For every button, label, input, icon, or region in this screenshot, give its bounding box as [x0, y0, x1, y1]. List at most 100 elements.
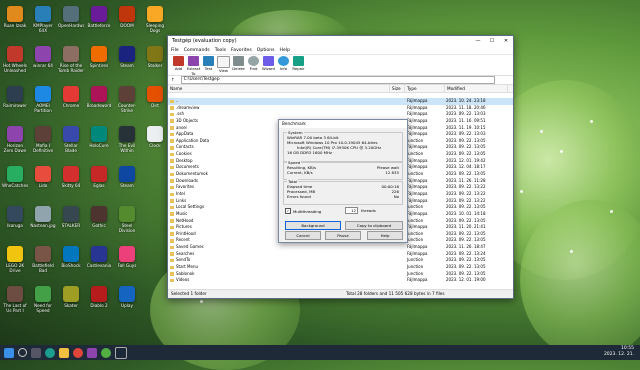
desktop-shortcut[interactable]: Steam [114, 46, 140, 73]
multithreading-checkbox[interactable]: ✓ Multithreading [285, 208, 321, 214]
desktop-shortcut[interactable]: LEGO 2K Drive [2, 246, 28, 273]
column-type[interactable]: Type [405, 85, 445, 92]
menu-options[interactable]: Options [257, 48, 275, 53]
desktop-shortcut[interactable]: Battlefield Bad Company 2 [30, 246, 56, 273]
desktop-shortcut[interactable]: Broadsword [86, 86, 112, 113]
copy-to-clipboard-button[interactable]: Copy to clipboard [345, 221, 403, 230]
delete-icon [233, 56, 244, 66]
desktop-shortcut[interactable]: Counter-Strike [114, 86, 140, 113]
info-button[interactable]: Info [276, 55, 291, 75]
desktop-shortcut[interactable]: Lido [30, 166, 56, 193]
desktop-shortcut[interactable]: Clock [142, 126, 168, 153]
desktop-shortcut[interactable]: Sleeping Dogs [142, 6, 168, 33]
file-row[interactable]: .sshFájlmappa2023. 09. 22. 13:03 [168, 111, 513, 118]
desktop-shortcut[interactable]: Ikaruga [2, 206, 28, 233]
column-size[interactable]: Size [390, 85, 405, 92]
desktop-shortcut[interactable]: HoloCure [86, 126, 112, 153]
find-button[interactable]: Find [246, 55, 261, 75]
pause-button[interactable]: Pause [325, 231, 361, 240]
delete-button[interactable]: Delete [231, 55, 246, 75]
xbox-icon[interactable] [101, 348, 111, 358]
column-modified[interactable]: Modified [445, 85, 508, 92]
menu-file[interactable]: File [171, 48, 179, 53]
help-button[interactable]: Help [367, 231, 403, 240]
title-bar[interactable]: Testgép (evaluation copy) — ☐ ✕ [168, 36, 513, 46]
desktop-shortcut[interactable]: Castlevania [86, 246, 112, 273]
wizard-button[interactable]: Wizard [261, 55, 276, 75]
desktop-shortcut[interactable]: OpenHardware [58, 6, 84, 33]
winrar-taskbar-icon[interactable] [87, 348, 97, 358]
test-button[interactable]: Test [201, 55, 216, 75]
desktop-shortcut[interactable]: Diablo 2 [86, 286, 112, 313]
desktop-shortcut[interactable]: Dirt [142, 86, 168, 113]
menu-commands[interactable]: Commands [184, 48, 210, 53]
desktop-shortcut[interactable]: Mafia I Definitive [30, 126, 56, 153]
extract-to-button[interactable]: Extract To [186, 55, 201, 75]
desktop-shortcut[interactable]: KMPlayer 64X [30, 6, 56, 33]
file-row[interactable]: .dreamviewFájlmappa2023. 11. 18. 20:46 [168, 105, 513, 112]
desktop-shortcut[interactable]: Battleforce [86, 6, 112, 33]
desktop-shortcut[interactable]: Hot Wheels Unleashed [2, 46, 28, 73]
file-row[interactable]: SearchesFájlmappa2023. 09. 22. 13:24 [168, 251, 513, 258]
background-button[interactable]: Background [285, 221, 341, 230]
desktop-shortcut[interactable]: The Evil Within [114, 126, 140, 153]
desktop-shortcut[interactable]: Stalker [142, 46, 168, 73]
repair-button[interactable]: Repair [291, 55, 306, 75]
close-button[interactable]: ✕ [499, 38, 513, 44]
desktop-shortcut[interactable]: Uplay [114, 286, 140, 313]
desktop-shortcut[interactable]: Gothic [86, 206, 112, 233]
chrome-icon[interactable] [73, 348, 83, 358]
threads-spinner[interactable]: 12 [345, 207, 358, 214]
edge-icon[interactable] [45, 348, 55, 358]
menu-favorites[interactable]: Favorites [231, 48, 252, 53]
desktop-shortcut[interactable]: Horizon Zero Dawn [2, 126, 28, 153]
desktop-shortcut[interactable]: The Last of Us Part I [2, 286, 28, 313]
desktop-shortcut[interactable]: Spintires [86, 46, 112, 73]
file-row[interactable]: Start MenuJunction2023. 09. 22. 13:05 [168, 264, 513, 271]
menu-tools[interactable]: Tools [215, 48, 226, 53]
desktop-shortcut[interactable]: BioShock [58, 246, 84, 273]
desktop-shortcut[interactable]: Need for Speed [30, 286, 56, 313]
desktop-shortcut[interactable]: Fall Guys [114, 246, 140, 273]
cancel-button[interactable]: Cancel [285, 231, 321, 240]
desktop-shortcut[interactable]: STALKER [58, 206, 84, 233]
desktop-shortcut[interactable]: Steam [114, 166, 140, 193]
explorer-icon[interactable] [59, 348, 69, 358]
desktop-shortcut[interactable]: Steel Division [114, 206, 140, 233]
view-button[interactable]: View [216, 55, 231, 75]
desktop-shortcut[interactable]: Ruan Izsak [2, 6, 28, 33]
menu-help[interactable]: Help [280, 48, 290, 53]
desktop-shortcut[interactable]: WhoCatches [2, 166, 28, 193]
desktop-icon-grid: Ruan Izsak Hot Wheels Unleashed Raimirower… [0, 0, 170, 335]
file-modified: 2023. 09. 22. 13:05 [444, 237, 506, 244]
file-row[interactable]: ..Fájlmappa2023. 10. 24. 23:18 [168, 98, 513, 105]
path-field[interactable]: C:\Users\Testgep [181, 76, 495, 84]
desktop-shortcut[interactable]: Rise of the Tomb Raider [58, 46, 84, 73]
maximize-button[interactable]: ☐ [485, 38, 499, 44]
desktop-shortcut[interactable]: Raimirower [2, 86, 28, 113]
desktop-shortcut[interactable]: Skater [58, 286, 84, 313]
file-row[interactable]: Saved GamesFájlmappa2023. 11. 26. 18:47 [168, 244, 513, 251]
desktop-shortcut[interactable]: Stellar Blade [58, 126, 84, 153]
start-icon[interactable] [4, 348, 14, 358]
desktop-shortcut[interactable]: AOMEI Partition [30, 86, 56, 113]
desktop-shortcut[interactable]: Eglas [86, 166, 112, 193]
file-row[interactable]: SablonokJunction2023. 09. 22. 13:05 [168, 271, 513, 278]
steam-icon[interactable] [115, 347, 127, 359]
desktop-shortcut[interactable]: Chrome [58, 86, 84, 113]
file-row[interactable]: VideosFájlmappa2023. 12. 01. 19:00 [168, 277, 513, 284]
up-folder-icon[interactable]: ↑ [171, 78, 175, 83]
column-name[interactable]: Name [168, 85, 390, 92]
task-view-icon[interactable] [31, 348, 41, 358]
file-name: Recent [176, 237, 190, 244]
desktop-shortcut[interactable]: DOOM [114, 6, 140, 33]
desktop-shortcut[interactable]: Skitty 64 [58, 166, 84, 193]
minimize-button[interactable]: — [471, 38, 485, 44]
desktop-shortcut[interactable]: winrar 64 [30, 46, 56, 73]
add-button[interactable]: Add [171, 55, 186, 75]
search-icon[interactable] [18, 348, 27, 357]
desktop-shortcut[interactable]: Nastean.jpg [30, 206, 56, 233]
system-clock[interactable]: 10:55 2023. 12. 21. [604, 346, 634, 358]
file-row[interactable]: SendToJunction2023. 09. 22. 13:05 [168, 257, 513, 264]
shortcut-icon [119, 246, 135, 262]
